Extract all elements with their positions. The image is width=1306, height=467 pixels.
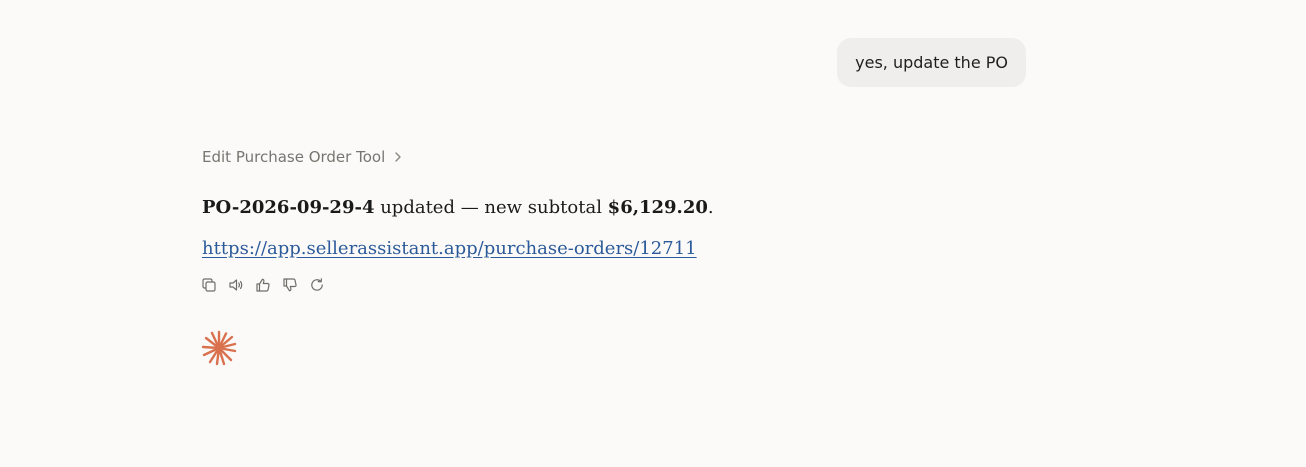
read-aloud-button[interactable]	[227, 275, 245, 295]
speaker-icon	[228, 277, 244, 293]
po-number: PO-2026-09-29-4	[202, 197, 375, 218]
retry-icon	[309, 277, 325, 293]
copy-icon	[201, 277, 217, 293]
purchase-order-link[interactable]: https://app.sellerassistant.app/purchase…	[202, 235, 697, 263]
retry-button[interactable]	[308, 275, 326, 295]
thumbs-up-icon	[255, 277, 271, 293]
assistant-response-text: PO-2026-09-29-4 updated — new subtotal $…	[202, 194, 714, 222]
thumbs-down-icon	[282, 277, 298, 293]
chevron-right-icon	[393, 151, 403, 163]
sparkle-asterisk-icon	[201, 330, 237, 366]
tool-call-toggle[interactable]: Edit Purchase Order Tool	[202, 145, 403, 169]
message-actions	[200, 275, 326, 295]
subtotal-value: $6,129.20	[607, 197, 708, 218]
thumbs-up-button[interactable]	[254, 275, 272, 295]
user-message-text: yes, update the PO	[855, 53, 1008, 72]
response-middle-text: updated — new subtotal	[374, 197, 608, 218]
user-message-bubble: yes, update the PO	[837, 38, 1026, 87]
thumbs-down-button[interactable]	[281, 275, 299, 295]
tool-call-label: Edit Purchase Order Tool	[202, 148, 386, 166]
response-end-text: .	[707, 197, 714, 218]
copy-button[interactable]	[200, 275, 218, 295]
